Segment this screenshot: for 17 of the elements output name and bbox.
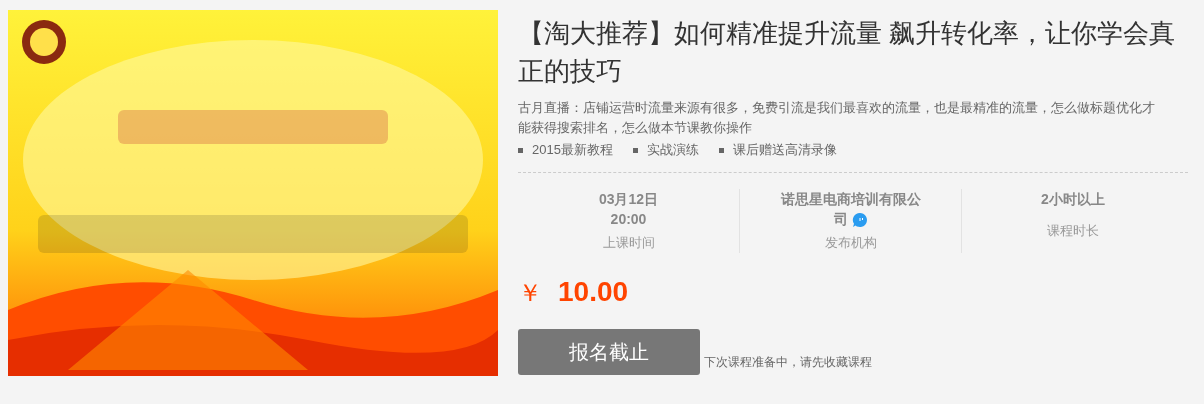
stat-value: 诺思星电商培训有限公司 <box>779 190 922 229</box>
feature-text: 2015最新教程 <box>532 141 613 159</box>
notice-text: 下次课程准备中，请先收藏课程 <box>704 353 872 371</box>
stat-label: 课程时长 <box>1047 222 1099 240</box>
chat-bubble-icon <box>851 212 868 229</box>
course-title: 【淘大推荐】如何精准提升流量 飙升转化率，让你学会真正的技巧 <box>518 17 1177 88</box>
bullet-icon <box>718 147 724 153</box>
bullet-icon <box>632 147 638 153</box>
feature-text: 实战演练 <box>646 141 699 159</box>
feature-text: 课后赠送高清录像 <box>732 141 837 159</box>
course-description: 古月直播：店铺运营时流量来源有很多，免费引流是我们最喜欢的流量，也是最精准的流量，怎么做标题优化才能获得搜索排名，怎么做本节课教你操作 <box>518 99 1156 137</box>
stat-value: 03月12日 20:00 <box>597 190 660 229</box>
stat-label: 发布机构 <box>824 234 877 252</box>
stat-label: 上课时间 <box>602 234 655 252</box>
bullet-icon <box>518 147 523 153</box>
stat-value: 2小时以上 <box>1040 190 1106 209</box>
price: ￥ 10.00 <box>518 274 630 309</box>
